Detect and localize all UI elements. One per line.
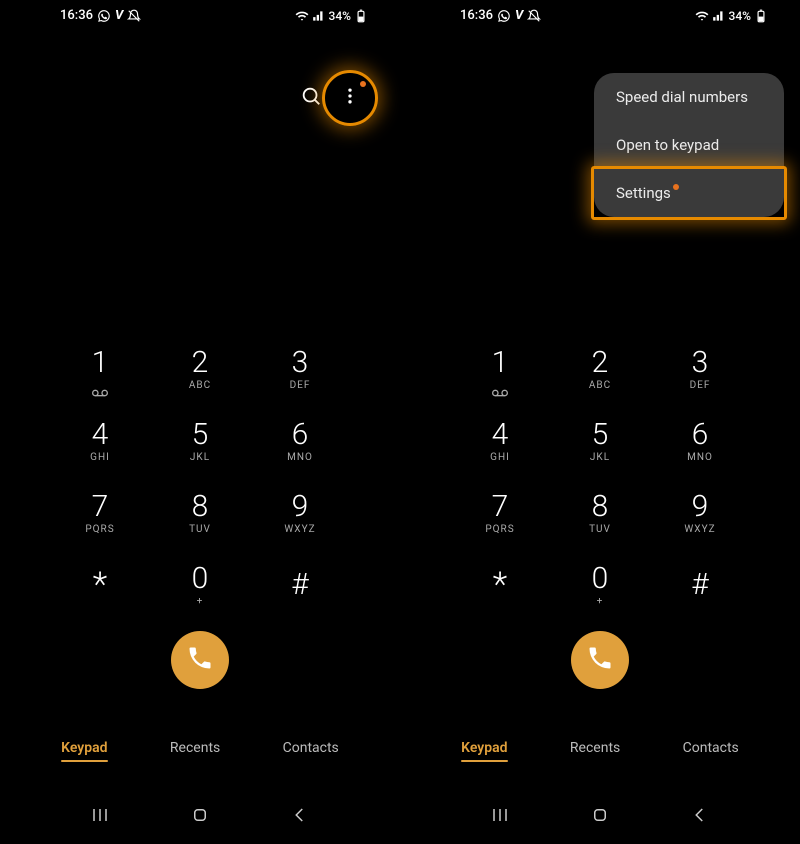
key-7[interactable]: 7PQRS <box>60 481 140 545</box>
bottom-tabs: Keypad Recents Contacts <box>0 734 400 768</box>
nav-home[interactable] <box>180 806 220 824</box>
key-hash[interactable]: # <box>660 553 740 617</box>
nav-back[interactable] <box>680 806 720 824</box>
bottom-tabs: Keypad Recents Contacts <box>400 734 800 768</box>
v-icon: V <box>515 8 523 23</box>
battery-icon <box>754 9 768 23</box>
key-9[interactable]: 9WXYZ <box>660 481 740 545</box>
wifi-icon <box>695 9 709 23</box>
key-3[interactable]: 3DEF <box>660 337 740 401</box>
voicemail-icon <box>492 382 508 390</box>
nav-back[interactable] <box>280 806 320 824</box>
top-actions <box>293 78 370 118</box>
overflow-menu: Speed dial numbers Open to keypad Settin… <box>594 73 784 217</box>
battery-percentage: 34% <box>729 9 751 23</box>
key-7[interactable]: 7PQRS <box>460 481 540 545</box>
search-icon <box>300 85 322 111</box>
status-time: 16:36 <box>60 8 93 23</box>
key-8[interactable]: 8TUV <box>160 481 240 545</box>
nav-recents[interactable] <box>80 806 120 824</box>
notification-dot <box>673 184 679 190</box>
wifi-icon <box>295 9 309 23</box>
more-vert-icon <box>340 86 360 110</box>
nav-home[interactable] <box>580 806 620 824</box>
key-3[interactable]: 3DEF <box>260 337 340 401</box>
nav-bar <box>0 806 400 824</box>
tab-keypad[interactable]: Keypad <box>459 734 509 768</box>
phone-icon <box>586 644 614 676</box>
nav-bar <box>400 806 800 824</box>
key-1[interactable]: 1 <box>460 337 540 401</box>
status-bar: 16:36 V 34% <box>400 0 800 27</box>
key-4[interactable]: 4GHI <box>460 409 540 473</box>
menu-settings[interactable]: Settings <box>591 166 787 220</box>
call-button[interactable] <box>171 631 229 689</box>
battery-icon <box>354 9 368 23</box>
key-star[interactable]: * <box>460 553 540 617</box>
more-button[interactable] <box>330 78 370 118</box>
search-button[interactable] <box>293 80 329 116</box>
call-button[interactable] <box>571 631 629 689</box>
menu-speed-dial[interactable]: Speed dial numbers <box>594 73 784 121</box>
whatsapp-icon <box>497 9 511 23</box>
phone-icon <box>186 644 214 676</box>
battery-percentage: 34% <box>329 9 351 23</box>
key-6[interactable]: 6MNO <box>660 409 740 473</box>
whatsapp-icon <box>97 9 111 23</box>
key-6[interactable]: 6MNO <box>260 409 340 473</box>
status-right: 34% <box>695 9 780 23</box>
signal-icon <box>312 9 326 23</box>
key-2[interactable]: 2ABC <box>160 337 240 401</box>
status-time: 16:36 <box>460 8 493 23</box>
key-0[interactable]: 0+ <box>160 553 240 617</box>
key-hash[interactable]: # <box>260 553 340 617</box>
status-bar: 16:36 V 34% <box>0 0 400 27</box>
phone-left: 16:36 V 34% 1 2ABC 3DEF <box>0 0 400 844</box>
key-5[interactable]: 5JKL <box>560 409 640 473</box>
tab-recents[interactable]: Recents <box>168 734 222 768</box>
keypad: 1 2ABC 3DEF 4GHI 5JKL 6MNO 7PQRS 8TUV 9W… <box>400 337 800 689</box>
tab-keypad[interactable]: Keypad <box>59 734 109 768</box>
phone-right: 16:36 V 34% Speed dial numbers Open to k… <box>400 0 800 844</box>
tab-recents[interactable]: Recents <box>568 734 622 768</box>
dnd-icon <box>127 9 141 23</box>
menu-settings-label: Settings <box>616 184 671 202</box>
key-0[interactable]: 0+ <box>560 553 640 617</box>
key-5[interactable]: 5JKL <box>160 409 240 473</box>
key-8[interactable]: 8TUV <box>560 481 640 545</box>
menu-open-keypad[interactable]: Open to keypad <box>594 121 784 169</box>
dnd-icon <box>527 9 541 23</box>
signal-icon <box>712 9 726 23</box>
v-icon: V <box>115 8 123 23</box>
tab-contacts[interactable]: Contacts <box>681 734 741 768</box>
key-star[interactable]: * <box>60 553 140 617</box>
tab-contacts[interactable]: Contacts <box>281 734 341 768</box>
status-right: 34% <box>295 9 380 23</box>
voicemail-icon <box>92 382 108 390</box>
status-left: 16:36 V <box>60 8 141 23</box>
key-1[interactable]: 1 <box>60 337 140 401</box>
notification-dot <box>360 81 366 87</box>
keypad: 1 2ABC 3DEF 4GHI 5JKL 6MNO 7PQRS 8TUV 9W… <box>0 337 400 689</box>
status-left: 16:36 V <box>460 8 541 23</box>
nav-recents[interactable] <box>480 806 520 824</box>
key-2[interactable]: 2ABC <box>560 337 640 401</box>
key-9[interactable]: 9WXYZ <box>260 481 340 545</box>
key-4[interactable]: 4GHI <box>60 409 140 473</box>
